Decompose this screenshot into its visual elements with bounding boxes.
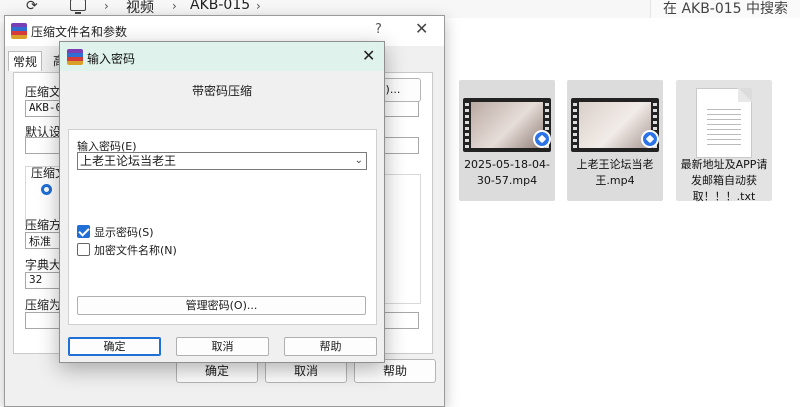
chevron-right-icon: › bbox=[104, 0, 109, 13]
close-icon[interactable]: ✕ bbox=[362, 46, 375, 65]
dialog-subtitle: 带密码压缩 bbox=[191, 84, 252, 98]
screen: ⟳ › 视频 › AKB-015 › 在 AKB-015 中搜索 2025-05… bbox=[0, 0, 800, 407]
dialog-titlebar: 输入密码 ✕ bbox=[60, 42, 384, 71]
chevron-down-icon[interactable]: ⌄ bbox=[355, 153, 363, 169]
archive-name-label: 压缩文 bbox=[25, 85, 62, 99]
computer-icon[interactable] bbox=[70, 0, 86, 14]
file-item[interactable]: 上老王论坛当老王.mp4 bbox=[567, 80, 663, 201]
cancel-button[interactable]: 取消 bbox=[176, 337, 269, 356]
password-value: 上老王论坛当老王 bbox=[80, 154, 177, 168]
breadcrumb-item[interactable]: AKB-015 bbox=[190, 0, 250, 13]
winrar-icon bbox=[67, 49, 83, 65]
method-label: 压缩方 bbox=[25, 218, 62, 232]
manage-passwords-button[interactable]: 管理密码(O)... bbox=[77, 296, 366, 315]
show-password-checkbox[interactable] bbox=[77, 225, 90, 238]
ok-button[interactable]: 确定 bbox=[68, 337, 161, 356]
split-label: 压缩为 bbox=[25, 298, 62, 312]
search-input[interactable]: 在 AKB-015 中搜索 bbox=[650, 0, 800, 20]
refresh-icon[interactable]: ⟳ bbox=[26, 0, 38, 14]
text-file-icon bbox=[696, 88, 752, 158]
file-name: 上老王论坛当老王.mp4 bbox=[576, 158, 654, 187]
question-icon[interactable]: ? bbox=[375, 22, 382, 37]
encrypt-filenames-checkbox[interactable] bbox=[77, 243, 90, 256]
password-input[interactable]: 上老王论坛当老王 ⌄ bbox=[77, 152, 367, 170]
file-name: 最新地址及APP请发邮箱自动获取！！！.txt bbox=[680, 158, 768, 203]
chevron-right-icon: › bbox=[172, 0, 177, 13]
dialog-title: 压缩文件名和参数 bbox=[31, 25, 128, 39]
winrar-icon bbox=[11, 23, 27, 39]
file-item[interactable]: 2025-05-18-04-30-57.mp4 bbox=[459, 80, 555, 201]
close-icon[interactable]: ✕ bbox=[415, 19, 428, 38]
dialog-title: 输入密码 bbox=[87, 52, 136, 66]
enter-password-dialog: 输入密码 ✕ 带密码压缩 输入密码(E) 上老王论坛当老王 ⌄ 显示密码(S) … bbox=[59, 41, 385, 363]
sync-status-icon bbox=[533, 130, 551, 148]
encrypt-filenames-label[interactable]: 加密文件名称(N) bbox=[94, 242, 177, 258]
sync-status-icon bbox=[641, 130, 659, 148]
format-radio[interactable] bbox=[41, 184, 52, 195]
dictionary-label: 字典大 bbox=[25, 258, 62, 272]
chevron-right-icon: › bbox=[256, 0, 261, 13]
help-button[interactable]: 帮助 bbox=[284, 337, 377, 356]
file-item[interactable]: 最新地址及APP请发邮箱自动获取！！！.txt bbox=[676, 80, 772, 203]
file-name: 2025-05-18-04-30-57.mp4 bbox=[464, 158, 550, 187]
show-password-label[interactable]: 显示密码(S) bbox=[94, 224, 154, 240]
tab-general[interactable]: 常规 bbox=[8, 51, 43, 71]
